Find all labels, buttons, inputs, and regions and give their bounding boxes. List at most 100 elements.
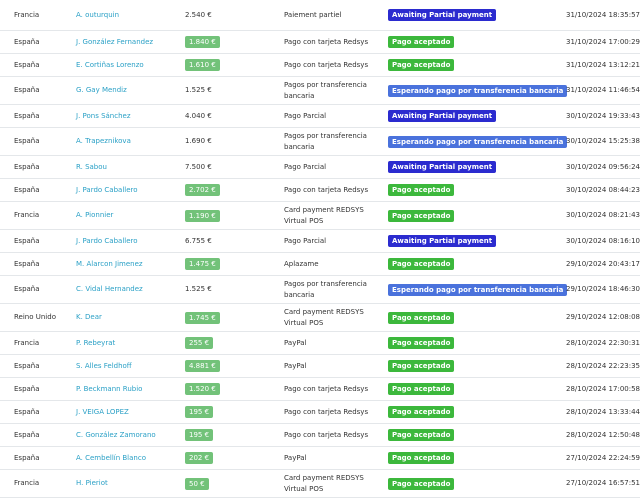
customer-link[interactable]: C. González Zamorano xyxy=(76,431,156,439)
total-badge: 1.475 € xyxy=(185,258,220,270)
payment-method-cell: Pago con tarjeta Redsys xyxy=(284,400,388,424)
customer-link[interactable]: P. Rebeyrat xyxy=(76,339,115,347)
payment-method-cell: Card payment REDSYS Virtual POS xyxy=(284,469,388,498)
customer-link[interactable]: A. Cembellín Blanco xyxy=(76,454,146,462)
payment-method-cell: Pago con tarjeta Redsys xyxy=(284,53,388,77)
total-badge: 195 € xyxy=(185,429,214,441)
total-amount: 4.040 € xyxy=(185,111,212,120)
customer-link[interactable]: A. Trapeznikova xyxy=(76,137,131,145)
total-cell: 50 € xyxy=(185,469,284,498)
payment-method-cell: Pago con tarjeta Redsys xyxy=(284,30,388,54)
status-cell: Pago aceptado xyxy=(388,53,563,77)
customer-cell: E. Cortiñas Lorenzo xyxy=(76,53,185,77)
table-row[interactable]: España E. Cortiñas Lorenzo 1.610 € Pago con… xyxy=(0,53,640,77)
table-row[interactable]: España S. Alles Feldhoff 4.881 € PayPal Pago… xyxy=(0,354,640,378)
table-row[interactable]: Reino Unido K. Dear 1.745 € Card payment RE… xyxy=(0,303,640,332)
customer-link[interactable]: J. Pons Sánchez xyxy=(76,112,131,120)
customer-link[interactable]: C. Vidal Hernandez xyxy=(76,285,143,293)
customer-link[interactable]: J. Pardo Caballero xyxy=(76,237,138,245)
total-cell: 2.702 € xyxy=(185,178,284,202)
customer-link[interactable]: A. outurquin xyxy=(76,11,119,19)
customer-link[interactable]: H. Pieriot xyxy=(76,479,108,487)
table-row[interactable]: España A. Cembellín Blanco 202 € PayPal Pago… xyxy=(0,446,640,470)
status-cell: Pago aceptado xyxy=(388,400,563,424)
customer-cell: A. outurquin xyxy=(76,0,185,31)
customer-cell: J. González Fernandez xyxy=(76,30,185,54)
customer-cell: J. Pardo Caballero xyxy=(76,229,185,253)
date-cell: 31/10/2024 13:12:21 xyxy=(563,53,640,77)
total-amount: 1.690 € xyxy=(185,137,212,145)
customer-cell: G. Gay Mendiz xyxy=(76,76,185,105)
status-badge: Pago aceptado xyxy=(388,59,455,71)
date-cell: 30/10/2024 08:21:43 xyxy=(563,201,640,230)
total-cell: 1.525 € xyxy=(185,76,284,105)
status-cell: Pago aceptado xyxy=(388,354,563,378)
table-row[interactable]: España J. VEIGA LOPEZ 195 € Pago con tarjet… xyxy=(0,400,640,424)
table-row[interactable]: España C. Vidal Hernandez 1.525 € Pagos por… xyxy=(0,275,640,304)
table-row[interactable]: España R. Sabou 7.500 € Pago Parcial Awaitin… xyxy=(0,155,640,179)
status-cell: Pago aceptado xyxy=(388,201,563,230)
customer-cell: P. Beckmann Rubio xyxy=(76,377,185,401)
total-cell: 1.525 € xyxy=(185,275,284,304)
table-row[interactable]: Francia A. Pionnier 1.190 € Card payment RE… xyxy=(0,201,640,230)
customer-link[interactable]: J. Pardo Caballero xyxy=(76,186,138,194)
table-row[interactable]: España C. González Zamorano 195 € Pago con … xyxy=(0,423,640,447)
customer-link[interactable]: M. Alarcon Jimenez xyxy=(76,260,143,268)
status-badge: Esperando pago por transferencia bancari… xyxy=(388,84,568,97)
total-cell: 2.540 € xyxy=(185,0,284,31)
customer-cell: J. Pons Sánchez xyxy=(76,104,185,128)
table-row[interactable]: España M. Alarcon Jimenez 1.475 € Aplazame P… xyxy=(0,252,640,276)
status-cell: Pago aceptado xyxy=(388,30,563,54)
country-cell: España xyxy=(0,423,76,447)
country-cell: España xyxy=(0,446,76,470)
date-cell: 30/10/2024 08:16:10 xyxy=(563,229,640,253)
table-row[interactable]: España J. González Fernandez 1.840 € Pago c… xyxy=(0,30,640,54)
customer-link[interactable]: K. Dear xyxy=(76,313,102,321)
table-row[interactable]: España A. Trapeznikova 1.690 € Pagos por tr… xyxy=(0,127,640,156)
customer-link[interactable]: E. Cortiñas Lorenzo xyxy=(76,61,144,69)
total-badge: 1.610 € xyxy=(185,59,220,71)
table-row[interactable]: España G. Gay Mendiz 1.525 € Pagos por tran… xyxy=(0,76,640,105)
table-row[interactable]: Francia A. outurquin 2.540 € Paiement parti… xyxy=(0,0,640,31)
country-cell: Francia xyxy=(0,469,76,498)
status-badge: Pago aceptado xyxy=(388,209,455,222)
status-cell: Pago aceptado xyxy=(388,303,563,332)
customer-link[interactable]: R. Sabou xyxy=(76,163,107,171)
date-cell: 28/10/2024 12:50:48 xyxy=(563,423,640,447)
table-row[interactable]: España J. Pons Sánchez 4.040 € Pago Parcial… xyxy=(0,104,640,128)
customer-link[interactable]: J. González Fernandez xyxy=(76,38,153,46)
country-cell: Francia xyxy=(0,201,76,230)
table-row[interactable]: Francia P. Rebeyrat 255 € PayPal Pago acepta… xyxy=(0,331,640,355)
country-cell: España xyxy=(0,53,76,77)
status-badge: Awaiting Partial payment xyxy=(388,235,497,247)
total-cell: 4.881 € xyxy=(185,354,284,378)
status-badge: Pago aceptado xyxy=(388,429,455,441)
customer-cell: A. Pionnier xyxy=(76,201,185,230)
status-cell: Awaiting Partial payment xyxy=(388,229,563,253)
date-cell: 28/10/2024 13:33:44 xyxy=(563,400,640,424)
table-row[interactable]: España J. Pardo Caballero 6.755 € Pago Parc… xyxy=(0,229,640,253)
date-cell: 31/10/2024 17:00:29 xyxy=(563,30,640,54)
total-badge: 4.881 € xyxy=(185,360,220,372)
payment-method-cell: Pago con tarjeta Redsys xyxy=(284,377,388,401)
country-cell: España xyxy=(0,354,76,378)
customer-link[interactable]: J. VEIGA LOPEZ xyxy=(76,408,129,416)
customer-link[interactable]: A. Pionnier xyxy=(76,211,113,219)
total-amount: 7.500 € xyxy=(185,162,212,171)
customer-link[interactable]: S. Alles Feldhoff xyxy=(76,362,132,370)
table-row[interactable]: Francia H. Pieriot 50 € Card payment REDSYS… xyxy=(0,469,640,498)
payment-method-cell: Paiement partiel xyxy=(284,0,388,31)
total-cell: 1.475 € xyxy=(185,252,284,276)
customer-link[interactable]: G. Gay Mendiz xyxy=(76,86,127,94)
table-row[interactable]: España J. Pardo Caballero 2.702 € Pago con … xyxy=(0,178,640,202)
country-cell: España xyxy=(0,400,76,424)
date-cell: 30/10/2024 08:44:23 xyxy=(563,178,640,202)
status-badge: Pago aceptado xyxy=(388,311,455,324)
date-cell: 28/10/2024 17:00:58 xyxy=(563,377,640,401)
customer-cell: K. Dear xyxy=(76,303,185,332)
table-row[interactable]: España P. Beckmann Rubio 1.520 € Pago con t… xyxy=(0,377,640,401)
status-badge: Awaiting Partial payment xyxy=(388,161,497,173)
date-cell: 29/10/2024 12:08:08 xyxy=(563,303,640,332)
status-badge: Pago aceptado xyxy=(388,337,455,349)
customer-link[interactable]: P. Beckmann Rubio xyxy=(76,385,142,393)
